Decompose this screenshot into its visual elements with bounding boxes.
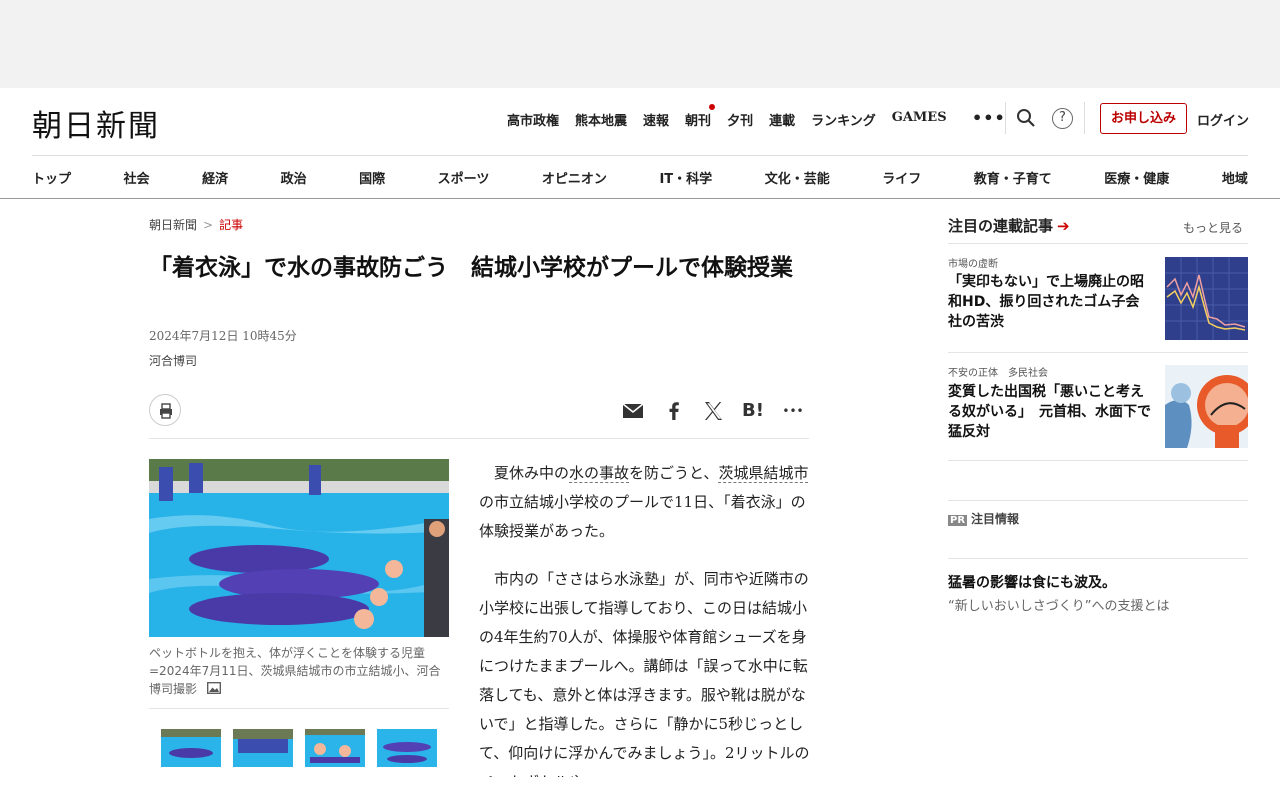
pr-badge: PR — [948, 515, 968, 526]
p1-text-a: 夏休み中の — [494, 464, 570, 482]
category-it-science[interactable]: IT・科学 — [659, 168, 712, 187]
article-body: 夏休み中の水の事故を防ごうと、茨城県結城市の市立結城小学校のプールで11日、「着… — [479, 459, 811, 777]
category-international[interactable]: 国際 — [359, 168, 385, 187]
gallery-thumbnail[interactable] — [161, 729, 221, 767]
top-link-ranking[interactable]: ランキング — [811, 110, 876, 129]
ad-banner — [0, 0, 1280, 88]
photo-caption-text: ペットボトルを抱え、体が浮くことを体験する児童=2024年7月11日、茨城県結城… — [149, 646, 441, 696]
divider — [1005, 102, 1006, 134]
category-economy[interactable]: 経済 — [202, 168, 228, 187]
pr-section-title: PR 注目情報 — [948, 510, 1019, 527]
print-icon — [160, 403, 172, 419]
divider — [948, 558, 1248, 559]
divider — [948, 500, 1248, 501]
thumbnail-image — [161, 729, 221, 767]
stock-chart-thumbnail — [1165, 257, 1248, 340]
top-link-games[interactable]: GAMES — [892, 110, 947, 129]
help-icon[interactable]: ? — [1052, 108, 1073, 129]
keyword-link-water-accident[interactable]: 水の事故 — [569, 464, 630, 483]
gallery-icon[interactable] — [206, 682, 221, 694]
photo-caption: ペットボトルを抱え、体が浮くことを体験する児童=2024年7月11日、茨城県結城… — [149, 644, 449, 698]
p1-text-b: を防ごうと、 — [629, 464, 719, 482]
breadcrumb-separator: > — [203, 218, 214, 232]
divider — [948, 243, 1248, 244]
illustration-thumbnail — [1165, 365, 1248, 448]
thumbnail-image — [233, 729, 293, 767]
category-top[interactable]: トップ — [32, 168, 71, 187]
p1-text-c: の市立結城小学校のプールで11日、「着衣泳」の体験授業があった。 — [479, 493, 806, 540]
divider — [149, 438, 809, 439]
top-nav: 高市政権 熊本地震 速報 朝刊 夕刊 連載 ランキング GAMES — [507, 104, 963, 129]
more-share-icon[interactable]: ••• — [781, 399, 805, 423]
category-culture[interactable]: 文化・芸能 — [765, 168, 830, 187]
category-life[interactable]: ライフ — [882, 168, 921, 187]
article-paragraph: 市内の「ささはら水泳塾」が、同市や近隣市の小学校に出張して指導しており、この日は… — [479, 570, 810, 777]
new-dot-icon — [709, 104, 716, 110]
top-link-series[interactable]: 連載 — [769, 110, 795, 129]
category-opinion[interactable]: オピニオン — [542, 168, 607, 187]
series-thumbnail[interactable] — [1165, 257, 1248, 340]
top-link-morning[interactable]: 朝刊 — [685, 104, 716, 129]
divider — [32, 155, 1248, 156]
gallery-thumbnail[interactable] — [377, 729, 437, 767]
featured-series-title[interactable]: 注目の連載記事 ➔ — [948, 215, 1070, 236]
category-local[interactable]: 地域 — [1222, 168, 1248, 187]
category-nav: トップ 社会 経済 政治 国際 スポーツ オピニオン IT・科学 文化・芸能 ラ… — [32, 168, 1248, 187]
breadcrumb-home[interactable]: 朝日新聞 — [149, 218, 197, 232]
keyword-link-yuki-city[interactable]: 茨城県結城市 — [718, 464, 809, 483]
x-share-icon[interactable] — [701, 399, 725, 423]
category-society[interactable]: 社会 — [124, 168, 150, 187]
series-headline[interactable]: 変質した出国税「悪いこと考える奴がいる」 元首相、水面下で猛反対 — [948, 382, 1153, 442]
pool-photo-image — [149, 459, 449, 637]
series-kicker[interactable]: 市場の虚断 — [948, 255, 998, 270]
top-link-takaichi[interactable]: 高市政権 — [507, 110, 559, 129]
mail-share-icon[interactable] — [621, 399, 645, 423]
category-education[interactable]: 教育・子育て — [974, 168, 1052, 187]
divider — [149, 708, 449, 709]
search-icon[interactable] — [1016, 108, 1036, 128]
series-kicker[interactable]: 不安の正体 多民社会 — [948, 364, 1048, 379]
category-politics[interactable]: 政治 — [281, 168, 307, 187]
series-headline[interactable]: 「実印もない」で上場廃止の昭和HD、振り回されたゴム子会社の苦渋 — [948, 272, 1153, 332]
breadcrumb-current: 記事 — [219, 218, 244, 232]
login-link[interactable]: ログイン — [1197, 110, 1249, 129]
print-button[interactable] — [149, 394, 181, 426]
gallery-thumbnail[interactable] — [305, 729, 365, 767]
category-sports[interactable]: スポーツ — [438, 168, 490, 187]
thumbnail-image — [305, 729, 365, 767]
morning-label: 朝刊 — [685, 114, 712, 129]
category-health[interactable]: 医療・健康 — [1104, 168, 1169, 187]
article-photo[interactable] — [149, 459, 449, 637]
breadcrumb: 朝日新聞 > 記事 — [149, 216, 243, 233]
article-author[interactable]: 河合博司 — [149, 352, 197, 369]
arrow-right-icon: ➔ — [1057, 217, 1070, 235]
facebook-share-icon[interactable] — [662, 399, 686, 423]
hatena-share-icon[interactable]: B! — [740, 399, 766, 423]
pr-label: 注目情報 — [971, 512, 1020, 526]
divider — [948, 460, 1248, 461]
see-more-link[interactable]: もっと見る — [1183, 219, 1243, 236]
thumbnail-image — [377, 729, 437, 767]
promo-headline[interactable]: 猛暑の影響は食にも波及。 — [948, 572, 1116, 592]
divider — [1084, 102, 1085, 134]
gallery-thumbnail[interactable] — [233, 729, 293, 767]
article-date: 2024年7月12日 10時45分 — [149, 329, 297, 343]
site-logo[interactable]: 朝日新聞 — [32, 101, 160, 145]
featured-series-title-text: 注目の連載記事 — [948, 217, 1054, 235]
article-title: 「着衣泳」で水の事故防ごう 結城小学校がプールで体験授業 — [149, 255, 793, 281]
more-menu-icon[interactable]: ••• — [972, 108, 1006, 127]
promo-subtext[interactable]: “新しいおいしさづくり”への支援とは — [948, 595, 1169, 614]
top-link-evening[interactable]: 夕刊 — [727, 110, 753, 129]
article-paragraph: 夏休み中の水の事故を防ごうと、茨城県結城市の市立結城小学校のプールで11日、「着… — [479, 459, 811, 546]
top-link-kumamoto[interactable]: 熊本地震 — [575, 110, 627, 129]
divider — [948, 352, 1248, 353]
divider — [0, 198, 1280, 199]
series-thumbnail[interactable] — [1165, 365, 1248, 448]
top-link-breaking[interactable]: 速報 — [643, 110, 669, 129]
subscribe-button[interactable]: お申し込み — [1100, 103, 1187, 134]
